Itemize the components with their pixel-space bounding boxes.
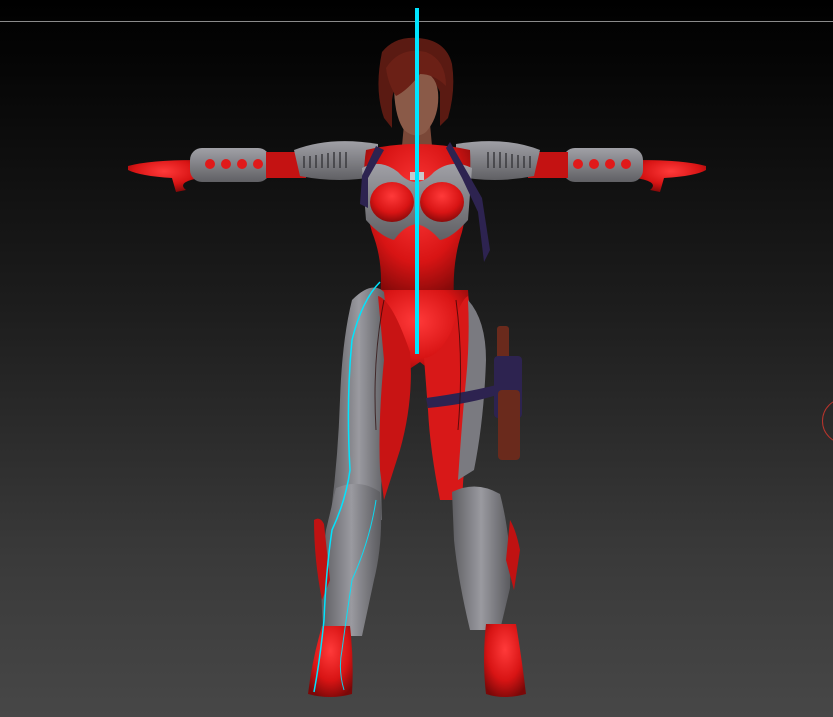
character-model[interactable]	[0, 0, 833, 717]
left-breast	[370, 182, 414, 222]
viewport-canvas[interactable]	[0, 0, 833, 717]
right-hand	[636, 160, 706, 192]
symmetry-axis-line	[415, 8, 419, 354]
right-breast	[420, 182, 464, 222]
holster-barrel	[498, 390, 520, 460]
left-hand	[128, 160, 200, 192]
right-boot	[484, 624, 526, 697]
right-knee-guard	[452, 486, 511, 630]
left-knee-guard	[321, 483, 382, 636]
